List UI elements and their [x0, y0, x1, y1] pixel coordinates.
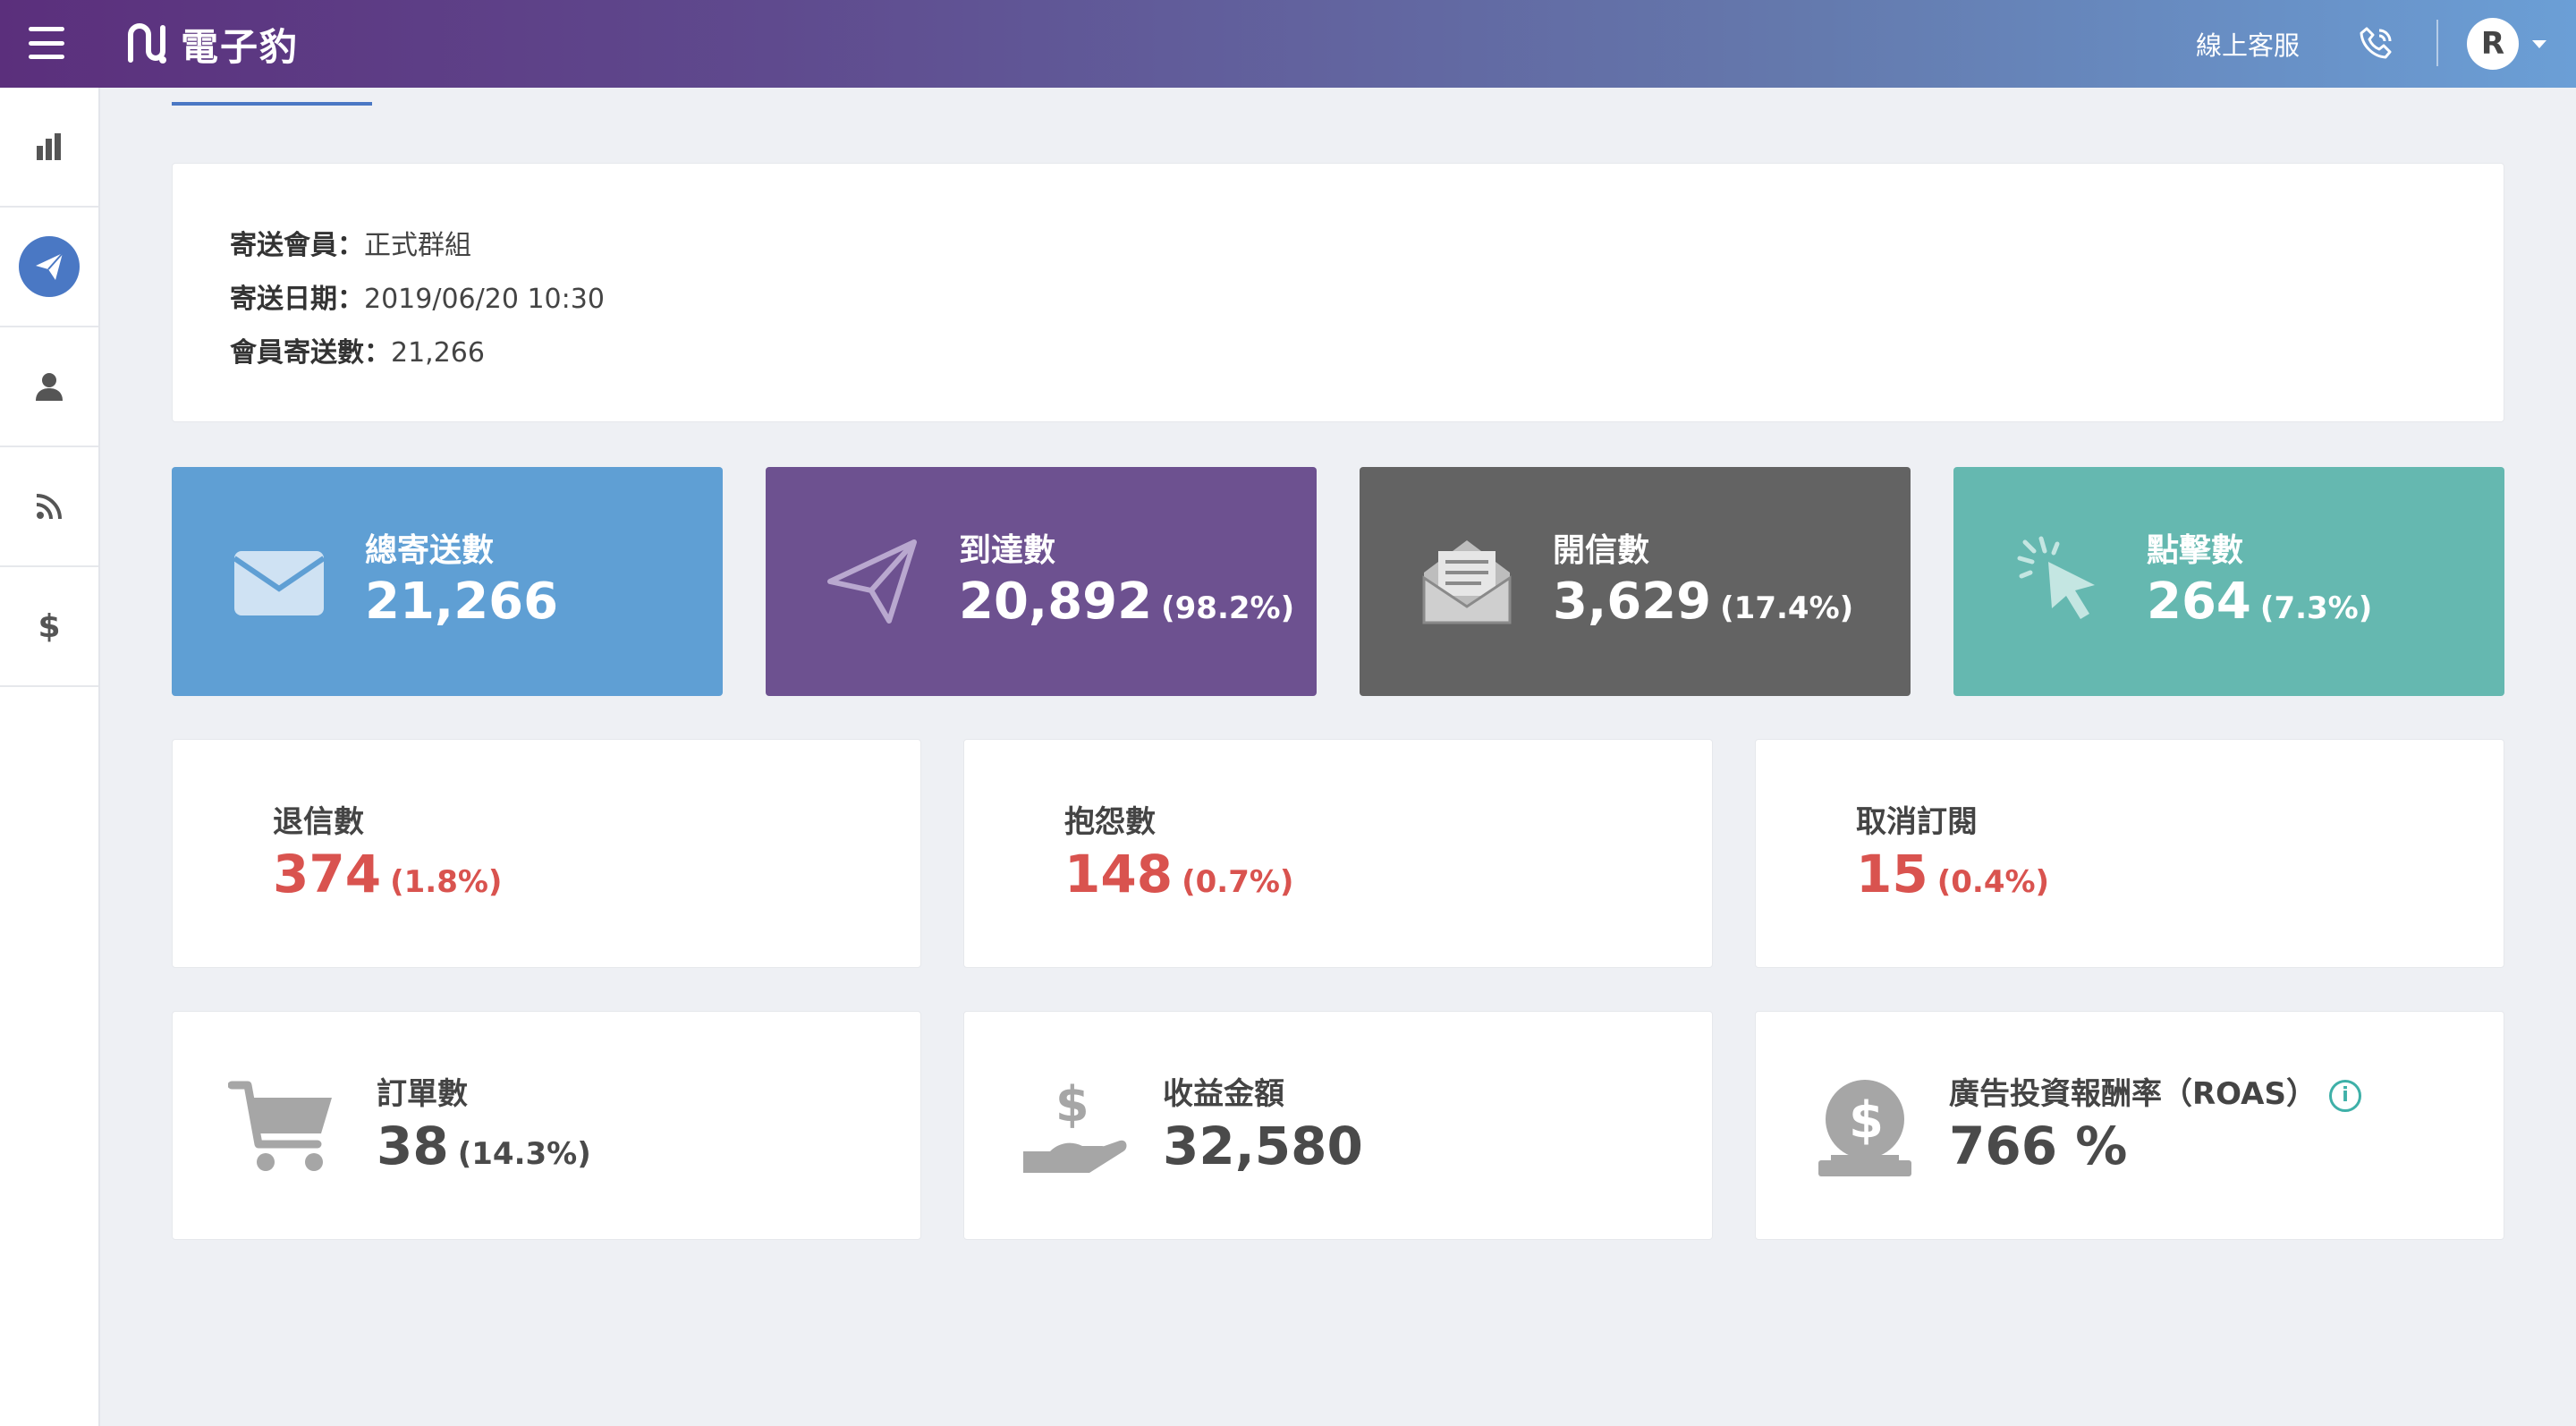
total-sent-card: 總寄送數 21,266: [172, 467, 723, 696]
delivered-card: 到達數 20,892 (98.2%): [766, 467, 1317, 696]
send-date-row: 寄送日期：2019/06/20 10:30: [230, 276, 605, 316]
send-date-label: 寄送日期：: [230, 284, 364, 315]
opened-value-row: 3,629 (17.4%): [1553, 573, 1853, 631]
brand-mark-icon: [128, 23, 166, 64]
revenue-label: 收益金額: [1163, 1076, 1284, 1112]
roas-label: 廣告投資報酬率（ROAS）: [1949, 1076, 2317, 1112]
clicked-value: 264: [2147, 573, 2251, 631]
complaints-card: 抱怨數 148 (0.7%): [963, 739, 1713, 968]
clicked-percent: (7.3%): [2259, 590, 2373, 626]
money-bag-icon: $: [1818, 1080, 1911, 1176]
online-support-link[interactable]: 線上客服: [2196, 25, 2300, 63]
paper-plane-icon: [36, 252, 64, 280]
unsubscribed-value: 15: [1856, 844, 1928, 904]
opened-card: 開信數 3,629 (17.4%): [1360, 467, 1911, 696]
complaints-percent: (0.7%): [1182, 864, 1294, 900]
complaints-value-row: 148 (0.7%): [1064, 844, 1293, 904]
bounced-value-row: 374 (1.8%): [273, 844, 502, 904]
revenue-value: 32,580: [1163, 1116, 1363, 1176]
complaints-value: 148: [1064, 844, 1174, 904]
unsubscribed-percent: (0.4%): [1936, 864, 2050, 900]
send-members-row: 寄送會員：正式群組: [230, 223, 471, 262]
sidebar-item-members[interactable]: [0, 327, 98, 447]
total-sent-value: 21,266: [365, 573, 559, 631]
clicked-label: 點擊數: [2147, 532, 2244, 569]
orders-value-row: 38 (14.3%): [377, 1116, 591, 1176]
hand-dollar-icon: $: [1023, 1076, 1127, 1173]
bounced-card: 退信數 374 (1.8%): [172, 739, 921, 968]
top-bar: 電子豹 線上客服 R: [0, 0, 2576, 88]
svg-text:$: $: [1849, 1091, 1884, 1150]
rss-icon: [36, 494, 62, 520]
send-count-row: 會員寄送數：21,266: [230, 330, 485, 369]
sidebar-item-campaigns[interactable]: [0, 208, 98, 327]
user-avatar[interactable]: R: [2467, 18, 2519, 70]
bounced-label: 退信數: [273, 804, 364, 840]
send-members-label: 寄送會員：: [230, 230, 364, 261]
envelope-icon: [233, 551, 326, 615]
active-tab-underline: [172, 102, 372, 106]
bounced-value: 374: [273, 844, 382, 904]
delivered-value-row: 20,892 (98.2%): [959, 573, 1294, 631]
roas-card: $ 廣告投資報酬率（ROAS） i 766 %: [1755, 1011, 2504, 1240]
orders-percent: (14.3%): [457, 1136, 591, 1172]
open-envelope-icon: [1422, 540, 1512, 624]
unsubscribed-card: 取消訂閱 15 (0.4%): [1755, 739, 2504, 968]
delivered-label: 到達數: [959, 532, 1056, 569]
bar-chart-icon: [37, 133, 61, 160]
cursor-click-icon: [2017, 536, 2095, 619]
roas-label-row: 廣告投資報酬率（ROAS） i: [1949, 1069, 2361, 1113]
hamburger-menu-icon[interactable]: [29, 27, 64, 59]
total-sent-label: 總寄送數: [365, 532, 495, 569]
sidebar-item-rss[interactable]: [0, 447, 98, 567]
orders-value: 38: [377, 1116, 449, 1176]
topbar-divider: [2436, 20, 2438, 66]
orders-card: 訂單數 38 (14.3%): [172, 1011, 921, 1240]
info-icon[interactable]: i: [2328, 1079, 2361, 1112]
send-count-value: 21,266: [391, 337, 485, 369]
bounced-percent: (1.8%): [390, 864, 503, 900]
phone-icon[interactable]: [2358, 25, 2395, 63]
sidebar-item-reports[interactable]: [0, 88, 98, 208]
orders-label: 訂單數: [377, 1076, 468, 1112]
opened-value: 3,629: [1553, 573, 1712, 631]
complaints-label: 抱怨數: [1064, 804, 1156, 840]
unsubscribed-value-row: 15 (0.4%): [1856, 844, 2049, 904]
send-date-value: 2019/06/20 10:30: [364, 284, 605, 315]
brand-name: 電子豹: [181, 24, 300, 69]
paper-plane-icon: [827, 539, 917, 624]
sidebar-item-billing[interactable]: $: [0, 567, 98, 687]
roas-value: 766 %: [1949, 1116, 2128, 1176]
opened-label: 開信數: [1553, 532, 1650, 569]
shopping-cart-icon: [228, 1081, 332, 1171]
delivered-percent: (98.2%): [1161, 590, 1295, 626]
clicked-value-row: 264 (7.3%): [2147, 573, 2372, 631]
delivered-value: 20,892: [959, 573, 1153, 631]
sidebar: $: [0, 88, 100, 1426]
svg-text:$: $: [1055, 1076, 1089, 1133]
brand-logo[interactable]: 電子豹: [125, 16, 299, 72]
dollar-icon: $: [38, 607, 61, 645]
send-info-card: 寄送會員：正式群組 寄送日期：2019/06/20 10:30 會員寄送數：21…: [172, 163, 2504, 422]
active-indicator: [19, 236, 80, 297]
opened-percent: (17.4%): [1720, 590, 1854, 626]
revenue-card: $ 收益金額 32,580: [963, 1011, 1713, 1240]
user-icon: [36, 373, 63, 401]
send-count-label: 會員寄送數：: [230, 337, 391, 369]
chevron-down-icon[interactable]: [2532, 40, 2546, 48]
send-members-value: 正式群組: [364, 230, 471, 261]
clicked-card: 點擊數 264 (7.3%): [1953, 467, 2504, 696]
unsubscribed-label: 取消訂閱: [1856, 804, 1978, 840]
